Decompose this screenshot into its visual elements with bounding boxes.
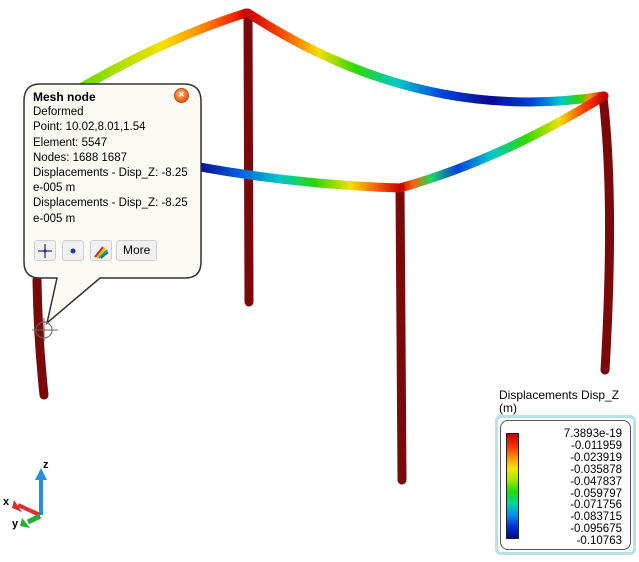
axis-y-label: y [12,518,19,530]
callout-line: Nodes: 1688 1687 [33,151,127,164]
legend-color-bar [506,433,519,539]
result-color-button[interactable] [90,240,112,261]
more-button[interactable]: More [116,240,158,261]
legend-label: -0.083715 [570,511,622,524]
legend-label: -0.095675 [570,523,622,536]
beam-right [395,91,609,193]
legend-label: 7.3893e-19 [563,428,622,440]
callout-line: e-005 m [33,212,76,225]
rainbow-icon [94,245,109,259]
callout-line: Element: 5547 [33,136,108,149]
callout-line: e-005 m [33,182,76,195]
column-back-left [243,9,254,307]
legend-label: -0.059797 [570,487,622,500]
legend-label: -0.011959 [571,439,622,452]
pick-point-button[interactable] [34,240,56,261]
beam-back [243,8,609,107]
axis-x-label: x [3,496,10,508]
node-dot-icon [70,248,76,253]
crosshair-icon [38,243,52,258]
axis-triad: z x y [3,459,49,530]
legend-label: -0.047837 [570,475,622,488]
column-back-right [598,92,615,375]
axis-z-label: z [43,459,49,471]
column-front-right [395,183,407,485]
legend-label: -0.071756 [570,499,622,512]
beam-front [195,162,405,193]
close-icon[interactable]: × [174,88,189,103]
callout-line: Deformed [33,106,84,119]
callout-content: Mesh node Deformed Point: 10.02,8.01,1.5… [33,90,203,227]
callout-line: Displacements - Disp_Z: -8.25 [33,167,188,180]
legend-label: -0.035878 [570,463,622,476]
callout-line: Displacements - Disp_Z: -8.25 [33,197,188,210]
legend-title: Displacements Disp_Z (m) [499,388,620,415]
legend-label: -0.10763 [576,535,622,548]
legend-label: -0.023919 [570,451,622,464]
callout-line: Point: 10.02,8.01,1.54 [33,121,146,134]
pick-node-button[interactable] [62,240,84,261]
